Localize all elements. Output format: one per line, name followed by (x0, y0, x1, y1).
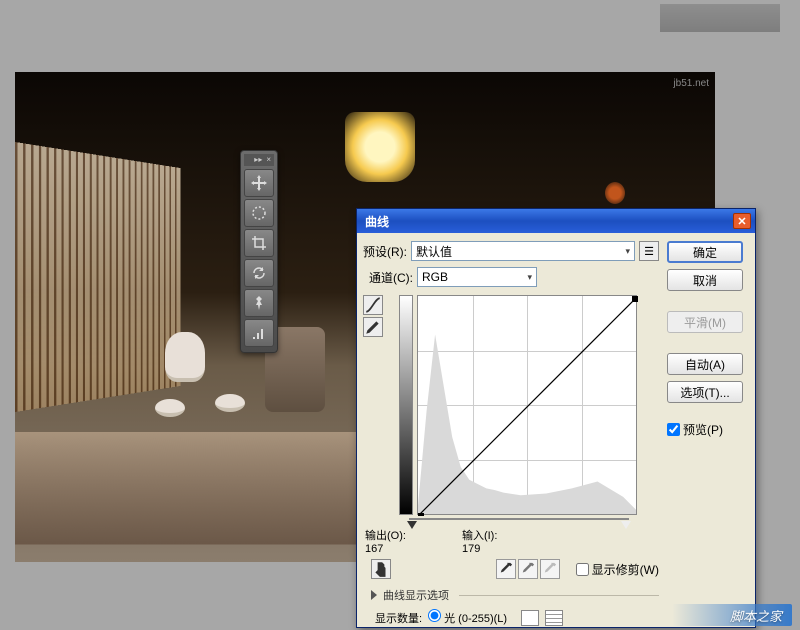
tool-palette[interactable]: ▸▸ × (240, 150, 278, 353)
crop-tool[interactable] (244, 229, 274, 257)
show-clipping-label: 显示修剪(W) (592, 561, 659, 578)
crop-icon (251, 235, 267, 251)
curve-display-options-label: 曲线显示选项 (383, 587, 449, 603)
eyedropper-white[interactable] (540, 559, 560, 579)
stats-icon (251, 325, 267, 341)
curve-icon (364, 296, 382, 314)
curve-line (418, 296, 638, 516)
dialog-titlebar[interactable]: 曲线 ✕ (357, 209, 755, 233)
urn (165, 332, 205, 382)
preset-label: 预设(R): (363, 243, 407, 260)
ok-button[interactable]: 确定 (667, 241, 743, 263)
radio-light[interactable] (428, 609, 441, 622)
app-chrome-fragment (660, 4, 780, 32)
grid-size-detailed-button[interactable] (545, 610, 563, 626)
eyedropper-gray[interactable] (518, 559, 538, 579)
watermark-text: 脚本之家 (730, 606, 782, 625)
show-clipping-checkbox[interactable] (576, 563, 589, 576)
curves-graph[interactable] (417, 295, 637, 515)
eyedropper-icon (543, 562, 557, 576)
curve-draw-mode[interactable] (363, 317, 383, 337)
move-icon (251, 175, 267, 191)
palette-header[interactable]: ▸▸ × (244, 154, 274, 166)
grid-size-simple-button[interactable] (521, 610, 539, 626)
menu-icon: ☰ (644, 245, 654, 258)
smooth-button: 平滑(M) (667, 311, 743, 333)
options-button[interactable]: 选项(T)... (667, 381, 743, 403)
close-button[interactable]: ✕ (733, 213, 751, 229)
lantern-light (345, 112, 415, 182)
chevron-down-icon: ▾ (527, 272, 532, 283)
pin-tool[interactable] (244, 289, 274, 317)
divider (459, 595, 659, 596)
selection-icon (251, 205, 267, 221)
channel-label: 通道(C): (369, 269, 413, 286)
preview-option[interactable]: 预览(P) (667, 421, 723, 438)
output-label: 输出(O): (365, 527, 406, 543)
disclosure-triangle-icon (371, 590, 377, 600)
preview-label: 预览(P) (683, 421, 723, 438)
preset-value: 默认值 (416, 243, 452, 260)
eyedropper-black[interactable] (496, 559, 516, 579)
white-point-slider[interactable] (621, 521, 631, 529)
output-ramp[interactable] (399, 295, 413, 515)
hand-point-icon (372, 560, 390, 578)
radio-light-option[interactable]: 光 (0-255)(L) (428, 609, 507, 626)
target-adjust-tool[interactable] (371, 559, 391, 579)
teacup (215, 394, 245, 412)
watermark-url: jb51.net (673, 78, 709, 89)
eyedropper-group (496, 559, 560, 579)
cancel-button[interactable]: 取消 (667, 269, 743, 291)
dialog-title: 曲线 (365, 213, 389, 230)
pencil-icon (364, 318, 382, 336)
input-label: 输入(I): (462, 527, 497, 543)
pin-icon (251, 295, 267, 311)
auto-button[interactable]: 自动(A) (667, 353, 743, 375)
curve-display-options-toggle[interactable]: 曲线显示选项 (371, 587, 659, 603)
radio-light-label: 光 (0-255)(L) (444, 613, 507, 625)
input-ramp[interactable] (409, 518, 629, 520)
input-value: 179 (462, 543, 497, 555)
preset-select[interactable]: 默认值 ▾ (411, 241, 635, 261)
curves-dialog: 曲线 ✕ 预设(R): 默认值 ▾ ☰ 通道(C): RGB (356, 208, 756, 628)
selection-tool[interactable] (244, 199, 274, 227)
sync-tool[interactable] (244, 259, 274, 287)
black-point-slider[interactable] (407, 521, 417, 529)
preset-menu-button[interactable]: ☰ (639, 241, 659, 261)
palette-close-icon[interactable]: × (266, 156, 271, 164)
chevron-down-icon: ▾ (625, 246, 630, 257)
eyedropper-icon (499, 562, 513, 576)
palette-collapse-icon[interactable]: ▸▸ (254, 156, 262, 164)
close-icon: ✕ (737, 215, 746, 228)
output-value: 167 (365, 543, 406, 555)
window-blinds (15, 142, 180, 412)
display-amount-label: 显示数量: (375, 610, 422, 626)
eyedropper-icon (521, 562, 535, 576)
watermark: 脚本之家 (672, 604, 792, 626)
sync-icon (251, 265, 267, 281)
channel-value: RGB (422, 270, 448, 284)
preview-checkbox[interactable] (667, 423, 680, 436)
teacup (155, 399, 185, 417)
histogram-tool[interactable] (244, 319, 274, 347)
show-clipping-option[interactable]: 显示修剪(W) (576, 561, 659, 578)
lantern-small (605, 182, 625, 204)
channel-select[interactable]: RGB ▾ (417, 267, 537, 287)
move-tool[interactable] (244, 169, 274, 197)
curve-point-mode[interactable] (363, 295, 383, 315)
